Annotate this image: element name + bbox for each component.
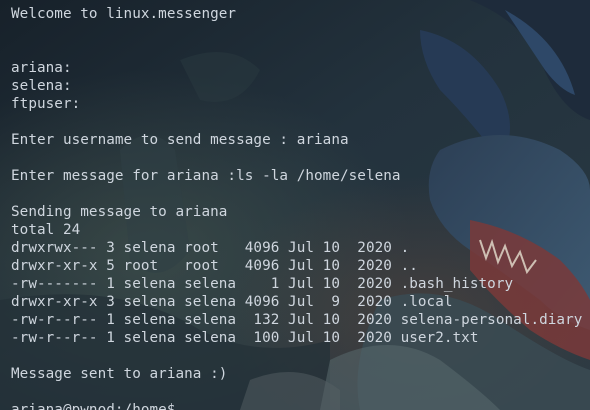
terminal-line: Enter message for ariana :ls -la /home/s… bbox=[11, 168, 401, 184]
terminal-line: drwxrwx--- 3 selena root 4096 Jul 10 202… bbox=[11, 240, 410, 256]
terminal-line: ftpuser: bbox=[11, 96, 81, 112]
terminal-line: ariana: bbox=[11, 60, 72, 76]
terminal-line: total 24 bbox=[11, 222, 81, 238]
terminal-line: -rw-r--r-- 1 selena selena 132 Jul 10 20… bbox=[11, 312, 583, 328]
terminal-line: -rw------- 1 selena selena 1 Jul 10 2020… bbox=[11, 276, 514, 292]
terminal-line: Enter username to send message : ariana bbox=[11, 132, 349, 148]
terminal-output[interactable]: Welcome to linux.messenger ariana: selen… bbox=[0, 0, 590, 410]
terminal-line: drwxr-xr-x 3 selena selena 4096 Jul 9 20… bbox=[11, 294, 453, 310]
terminal-line: Message sent to ariana :) bbox=[11, 366, 228, 382]
terminal-line: selena: bbox=[11, 78, 72, 94]
terminal-line: -rw-r--r-- 1 selena selena 100 Jul 10 20… bbox=[11, 330, 479, 346]
terminal-line: Welcome to linux.messenger bbox=[11, 6, 237, 22]
terminal-line: Sending message to ariana bbox=[11, 204, 228, 220]
terminal-line: drwxr-xr-x 5 root root 4096 Jul 10 2020 … bbox=[11, 258, 418, 274]
shell-prompt[interactable]: ariana@pwnod:/home$ bbox=[11, 401, 176, 410]
